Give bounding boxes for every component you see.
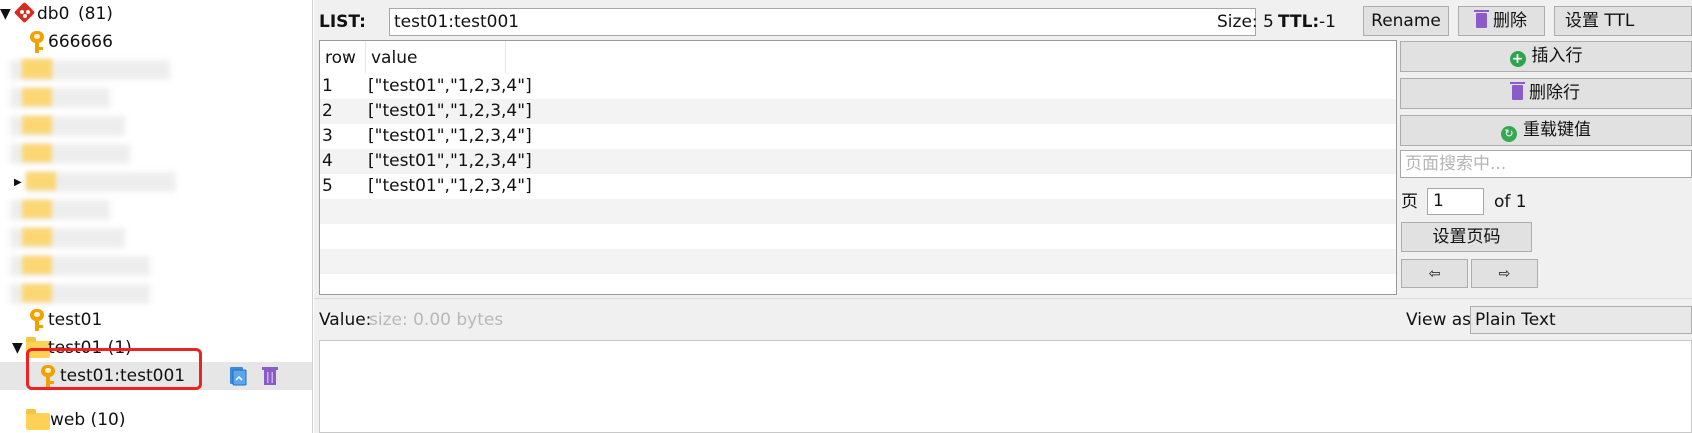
key-detail-panel: LIST: test01:test001 Size: 5 TTL: -1 Ren… xyxy=(314,0,1692,433)
column-header-value[interactable]: value xyxy=(366,41,506,73)
rename-button-label: Rename xyxy=(1371,11,1441,31)
tree-folder-label: web (10) xyxy=(50,410,126,430)
delete-row-button[interactable]: 删除行 xyxy=(1400,78,1692,109)
trash-icon xyxy=(1510,82,1525,100)
table-row[interactable]: 4 ["test01","1,2,3,4"] xyxy=(320,149,1396,174)
delete-button-label: 删除 xyxy=(1493,11,1527,31)
selection-highlight-box xyxy=(26,348,202,390)
page-count-label: of 1 xyxy=(1494,192,1527,212)
empty-table-row xyxy=(320,224,1396,249)
list-values-table[interactable]: ⌄ row value 1 ["test01","1,2,3,4"] 2 ["t… xyxy=(319,40,1397,295)
empty-table-row xyxy=(320,199,1396,224)
delete-key-button[interactable]: 删除 xyxy=(1458,6,1545,36)
expand-arrow-icon[interactable]: ▼ xyxy=(0,0,11,28)
next-page-button[interactable]: ⇨ xyxy=(1471,259,1538,288)
column-header-row[interactable]: ⌄ row xyxy=(320,41,366,73)
view-as-label: View as: xyxy=(1406,310,1477,330)
expand-arrow-icon[interactable]: ▼ xyxy=(12,334,23,362)
page-label: 页 xyxy=(1401,192,1418,212)
empty-table-row xyxy=(320,249,1396,274)
ttl-label: TTL: xyxy=(1278,12,1320,32)
redis-db-icon xyxy=(13,1,36,24)
reload-icon: ↻ xyxy=(1501,126,1517,142)
key-type-label: LIST: xyxy=(319,12,366,32)
table-row[interactable]: 1 ["test01","1,2,3,4"] xyxy=(320,74,1396,99)
db-count: (81) xyxy=(78,4,113,24)
value-label: Value: xyxy=(319,310,372,330)
rename-button[interactable]: Rename xyxy=(1363,6,1449,36)
delete-key-icon[interactable] xyxy=(262,366,278,386)
view-as-select[interactable]: Plain Text xyxy=(1470,306,1692,334)
reload-value-button[interactable]: ↻ 重载键值 xyxy=(1400,115,1692,146)
key-icon xyxy=(30,31,44,53)
key-tree[interactable]: ▼ db0 (81) 666666 ▶ test01 ▼ test01 (1) … xyxy=(0,0,313,433)
insert-row-button[interactable]: + 插入行 xyxy=(1400,41,1692,72)
trash-icon xyxy=(1474,10,1489,28)
value-editor[interactable] xyxy=(319,340,1692,433)
key-name-field[interactable]: test01:test001 xyxy=(389,8,1256,36)
value-size-hint: size: 0.00 bytes xyxy=(369,310,504,330)
right-arrow-icon: ⇨ xyxy=(1498,266,1511,282)
table-row[interactable]: 2 ["test01","1,2,3,4"] xyxy=(320,99,1396,124)
key-icon xyxy=(30,309,44,331)
db-name: db0 xyxy=(37,4,70,24)
plus-icon: + xyxy=(1509,51,1526,67)
set-page-button[interactable]: 设置页码 xyxy=(1401,222,1532,252)
folder-icon xyxy=(26,409,50,430)
ttl-value: -1 xyxy=(1319,12,1336,32)
key-size-label: Size: 5 xyxy=(1217,12,1274,32)
page-search-input[interactable]: 页面搜索中... xyxy=(1400,150,1692,178)
tree-key-label: test01 xyxy=(48,310,103,330)
table-row[interactable]: 3 ["test01","1,2,3,4"] xyxy=(320,124,1396,149)
left-arrow-icon: ⇦ xyxy=(1428,266,1441,282)
copy-key-icon[interactable] xyxy=(229,366,247,386)
tree-key-label: 666666 xyxy=(48,32,113,52)
divider xyxy=(314,298,1692,299)
prev-page-button[interactable]: ⇦ xyxy=(1401,259,1468,288)
set-ttl-button[interactable]: 设置 TTL xyxy=(1554,6,1692,36)
set-ttl-button-label: 设置 TTL xyxy=(1565,11,1635,31)
table-row[interactable]: 5 ["test01","1,2,3,4"] xyxy=(320,174,1396,199)
sort-indicator-icon: ⌄ xyxy=(342,48,351,59)
page-number-input[interactable]: 1 xyxy=(1427,188,1484,215)
